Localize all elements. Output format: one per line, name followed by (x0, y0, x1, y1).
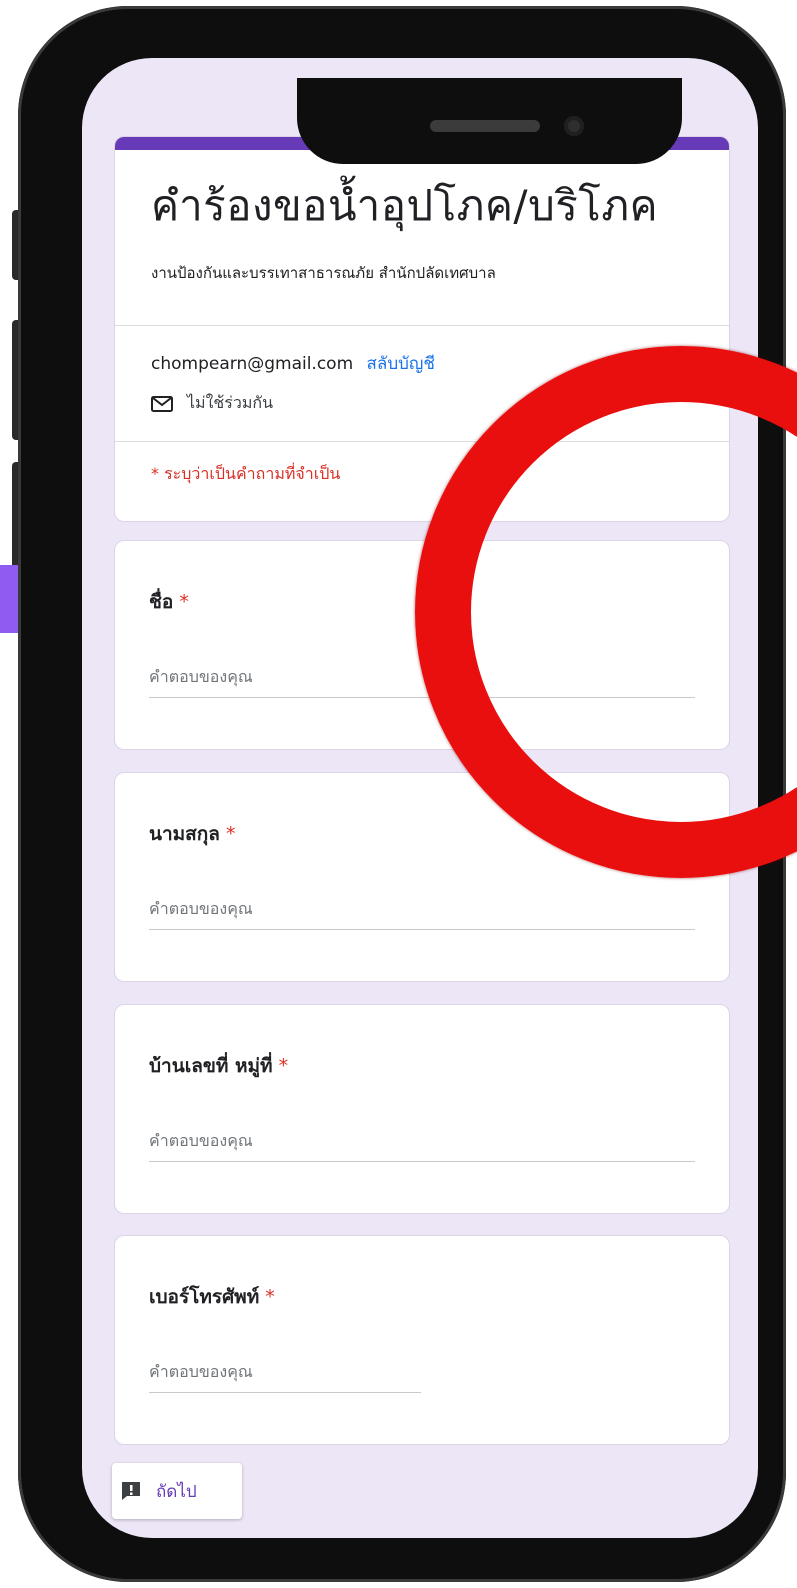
account-divider (115, 441, 729, 442)
header-divider (115, 325, 729, 326)
question-label: นามสกุล * (149, 819, 235, 849)
answer-underline (149, 1161, 695, 1162)
form-description: งานป้องกันและบรรเทาสาธารณภัย สำนักปลัดเท… (151, 264, 496, 282)
required-star: * (179, 591, 189, 613)
page-stage: คำร้องขอน้ำอุปโภค/บริโภค งานป้องกันและบร… (0, 0, 797, 1588)
answer-input[interactable]: คำตอบของคุณ (149, 665, 253, 690)
not-shared-text: ไม่ใช้ร่วมกัน (187, 393, 274, 412)
question-title: นามสกุล (149, 823, 220, 845)
question-title: บ้านเลขที่ หมู่ที่ (149, 1055, 273, 1077)
mail-icon (151, 395, 173, 412)
required-star: * (278, 1055, 289, 1077)
answer-input[interactable]: คำตอบของคุณ (149, 897, 253, 922)
question-title: เบอร์โทรศัพท์ (149, 1286, 260, 1308)
account-email: chompearn@gmail.com (151, 354, 354, 374)
phone-frame: คำร้องขอน้ำอุปโภค/บริโภค งานป้องกันและบร… (18, 6, 786, 1582)
report-icon[interactable] (120, 1480, 142, 1502)
answer-underline (149, 697, 695, 698)
form-title: คำร้องขอน้ำอุปโภค/บริโภค (151, 181, 659, 230)
phone-screen: คำร้องขอน้ำอุปโภค/บริโภค งานป้องกันและบร… (82, 58, 758, 1538)
answer-input[interactable]: คำตอบของคุณ (149, 1129, 253, 1154)
answer-input[interactable]: คำตอบของคุณ (149, 1360, 253, 1385)
question-card-first-name: ชื่อ * คำตอบของคุณ (114, 540, 730, 750)
question-card-last-name: นามสกุล * คำตอบของคุณ (114, 772, 730, 982)
required-star: * (265, 1286, 275, 1308)
switch-account-link[interactable]: สลับบัญชี (367, 354, 435, 374)
required-note: * ระบุว่าเป็นคำถามที่จำเป็น (151, 464, 341, 483)
speaker-grille (430, 120, 540, 132)
phone-notch (297, 78, 682, 164)
next-label: ถัดไป (156, 1481, 197, 1502)
not-shared-row: ไม่ใช้ร่วมกัน (151, 391, 273, 416)
question-card-phone: เบอร์โทรศัพท์ * คำตอบของคุณ (114, 1235, 730, 1445)
account-line: chompearn@gmail.com สลับบัญชี (151, 350, 435, 377)
question-title: ชื่อ (149, 591, 174, 613)
answer-underline (149, 1392, 421, 1393)
front-camera (564, 116, 584, 136)
question-label: เบอร์โทรศัพท์ * (149, 1282, 275, 1312)
next-button[interactable]: ถัดไป (112, 1463, 242, 1519)
form-header-card: คำร้องขอน้ำอุปโภค/บริโภค งานป้องกันและบร… (114, 136, 730, 522)
question-label: บ้านเลขที่ หมู่ที่ * (149, 1051, 288, 1081)
question-card-address: บ้านเลขที่ หมู่ที่ * คำตอบของคุณ (114, 1004, 730, 1214)
question-label: ชื่อ * (149, 587, 189, 617)
answer-underline (149, 929, 695, 930)
required-star: * (225, 823, 236, 845)
